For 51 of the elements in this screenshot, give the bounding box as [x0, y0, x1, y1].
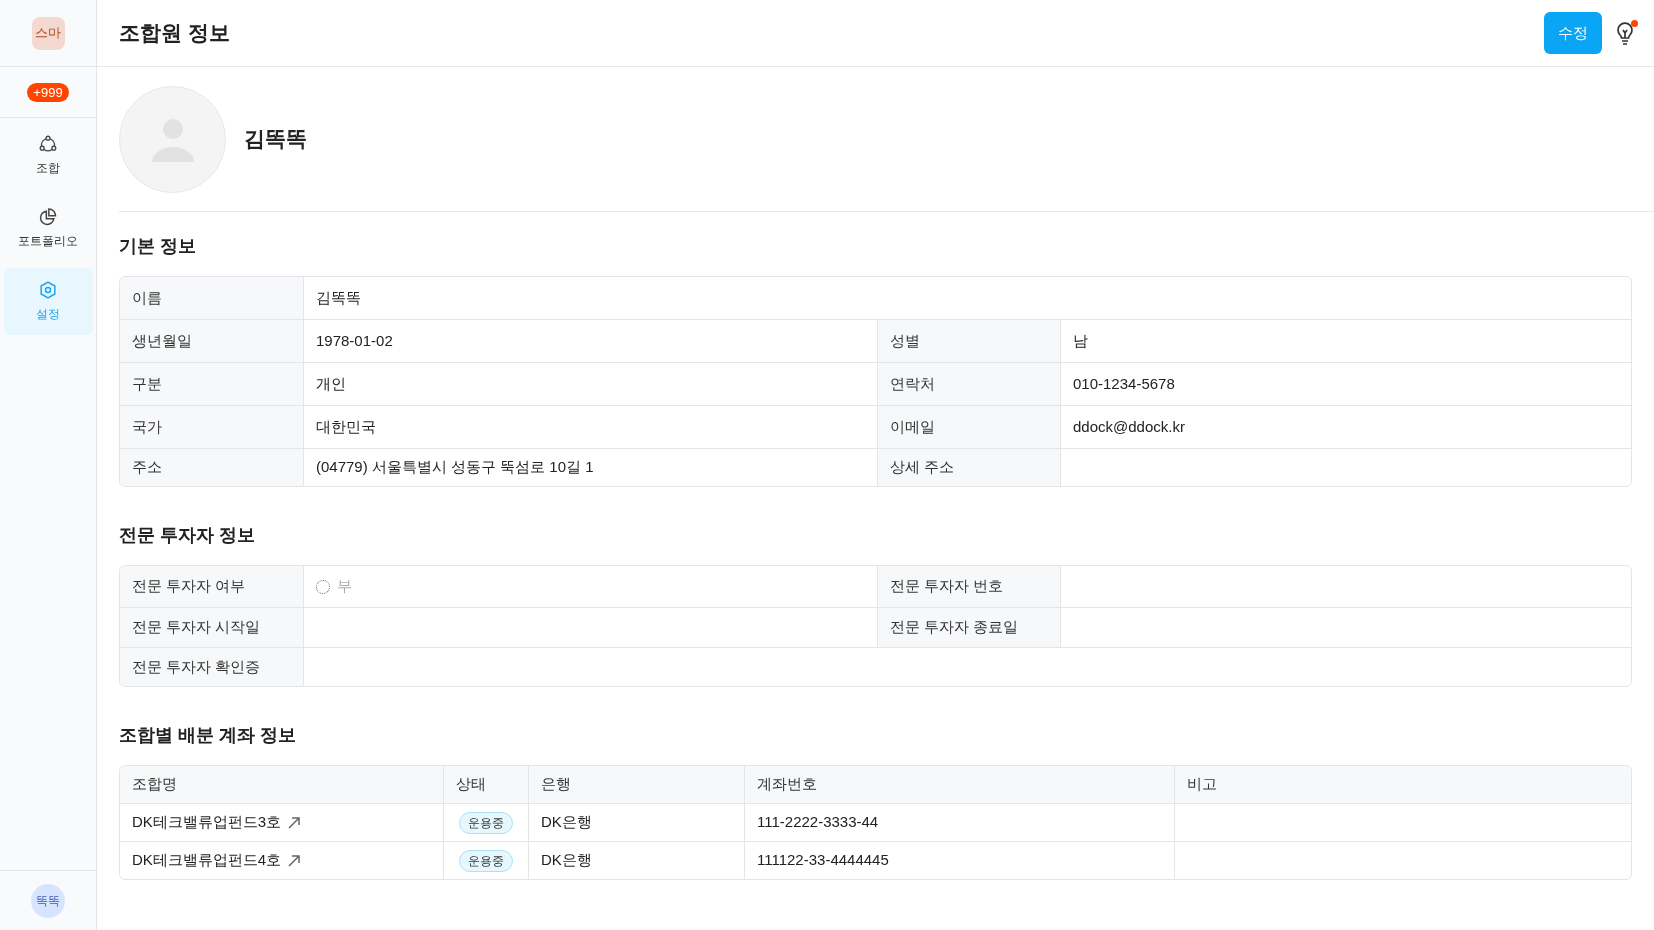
- union-icon: [38, 134, 58, 154]
- notification-badge: +999: [27, 82, 69, 102]
- settings-icon: [38, 280, 58, 300]
- lightbulb-icon[interactable]: [1614, 20, 1638, 46]
- field-label: 전문 투자자 번호: [877, 566, 1061, 607]
- field-value: 대한민국: [316, 416, 376, 437]
- field-label: 주소: [120, 449, 304, 486]
- column-header: 상태: [443, 766, 528, 803]
- field-label: 구분: [120, 363, 304, 405]
- field-value: 개인: [316, 373, 346, 394]
- field-label: 전문 투자자 종료일: [877, 608, 1061, 647]
- status-tag: 운용중: [459, 849, 513, 872]
- column-header: 비고: [1174, 766, 1631, 803]
- field-value: ddock@ddock.kr: [1073, 416, 1185, 437]
- section-title: 기본 정보: [119, 235, 197, 258]
- table-cell: DK은행: [528, 804, 744, 841]
- field-value: 010-1234-5678: [1073, 373, 1175, 394]
- user-avatar[interactable]: 똑똑: [31, 883, 65, 918]
- table-cell: 111122-33-4444445: [744, 842, 1174, 879]
- fund-link[interactable]: DK테크밸류업펀드3호: [132, 811, 302, 834]
- page-title: 조합원 정보: [119, 20, 230, 47]
- field-label: 국가: [120, 406, 304, 448]
- column-header: 조합명: [131, 774, 178, 795]
- status-tag: 운용중: [459, 811, 513, 834]
- field-label: 전문 투자자 시작일: [120, 608, 304, 647]
- external-link-icon: [287, 815, 302, 830]
- section-title: 전문 투자자 정보: [119, 524, 256, 547]
- field-label: 전문 투자자 여부: [120, 566, 304, 607]
- field-label: 상세 주소: [877, 449, 1061, 486]
- field-label: 이름: [120, 277, 304, 319]
- field-value: (04779) 서울특별시 성동구 뚝섬로 10길 1: [316, 457, 594, 478]
- field-label: 연락처: [877, 363, 1061, 405]
- logo: 스마: [31, 16, 65, 50]
- column-header: 은행: [528, 766, 744, 803]
- nav-item[interactable]: 포트폴리오: [3, 195, 93, 262]
- table-cell: DK은행: [528, 842, 744, 879]
- section-title: 조합별 배분 계좌 정보: [119, 724, 297, 747]
- column-header: 계좌번호: [744, 766, 1174, 803]
- external-link-icon: [287, 853, 302, 868]
- field-value: 1978-01-02: [316, 330, 393, 351]
- field-value: 김똑똑: [316, 287, 361, 308]
- field-label: 성별: [877, 320, 1061, 362]
- nav-item[interactable]: 조합: [3, 122, 93, 189]
- fund-link[interactable]: DK테크밸류업펀드4호: [132, 849, 302, 872]
- field-label: 생년월일: [120, 320, 304, 362]
- field-value: 남: [1073, 330, 1088, 351]
- table-cell: 111-2222-3333-44: [744, 804, 1174, 841]
- field-label: 전문 투자자 확인증: [120, 648, 304, 686]
- field-label: 이메일: [877, 406, 1061, 448]
- member-name: 김똑똑: [244, 126, 307, 153]
- portfolio-icon: [38, 207, 58, 227]
